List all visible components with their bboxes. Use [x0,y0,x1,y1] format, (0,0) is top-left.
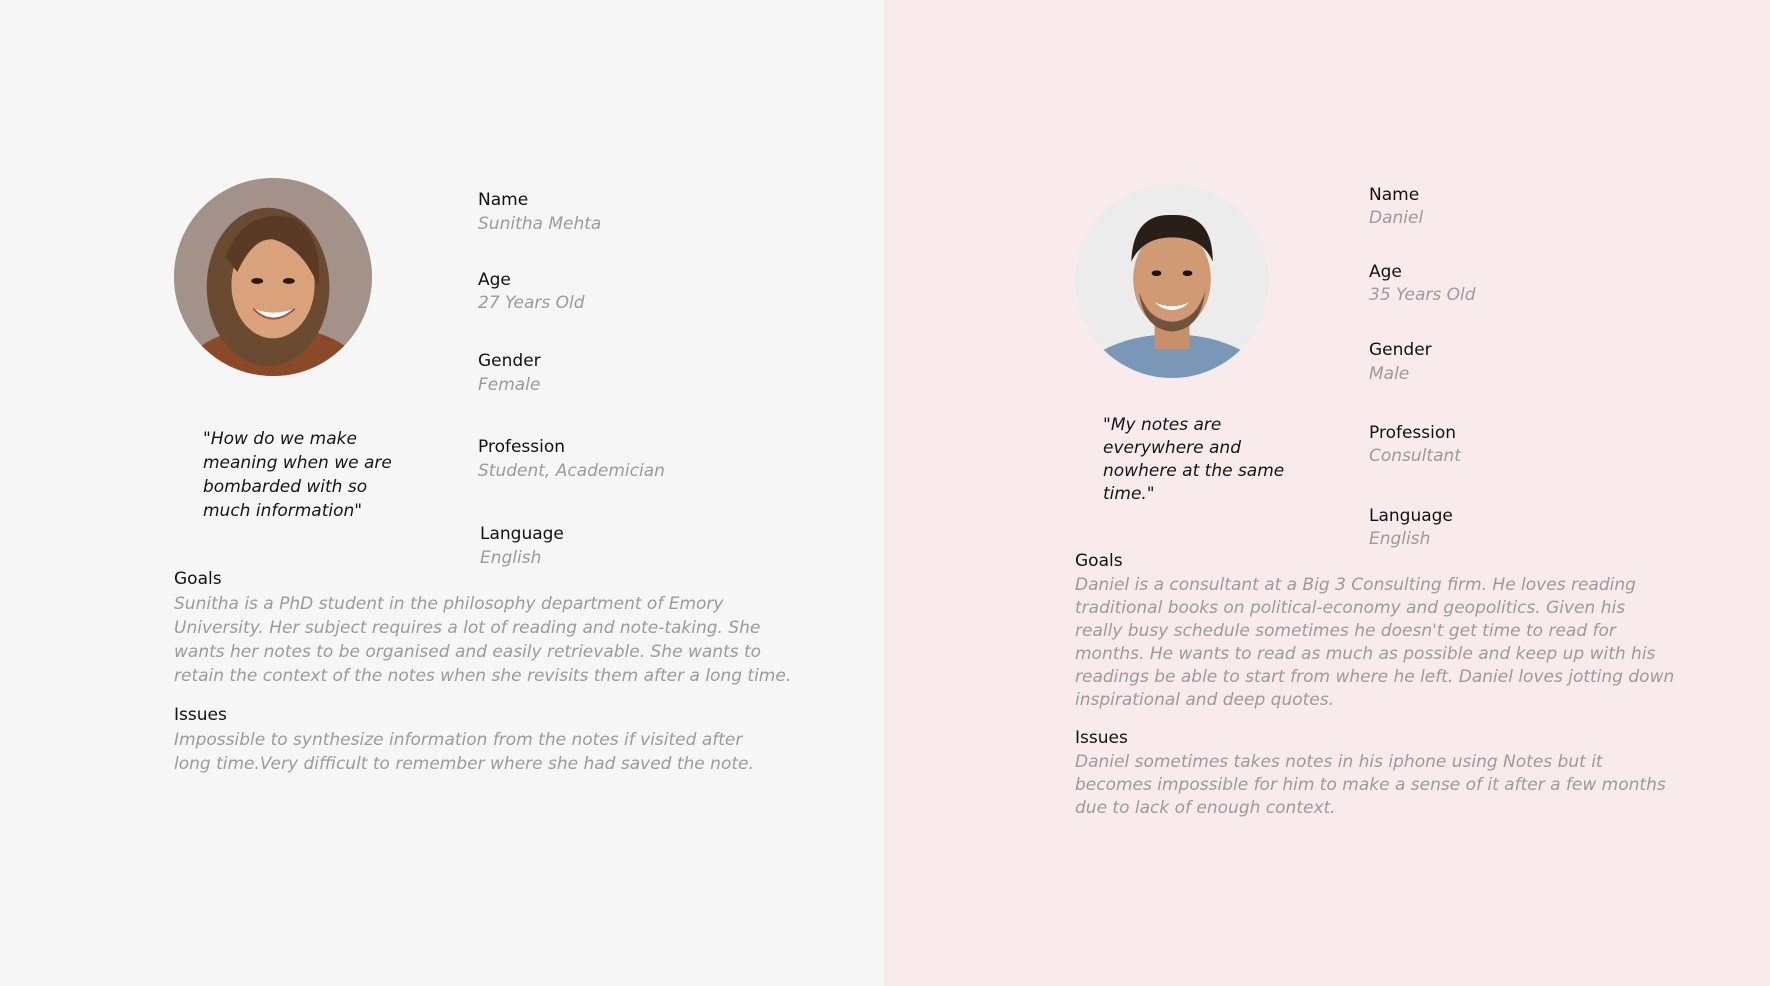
avatar-photo [174,178,372,376]
age-value: 35 Years Old [1369,285,1476,305]
persona-card-sunitha: Name Sunitha Mehta Age 27 Years Old Gend… [0,0,884,986]
goals-text: Sunitha is a PhD student in the philosop… [174,594,792,686]
name-label: Name [478,190,529,210]
profession-value: Student, Academician [478,461,665,481]
man-portrait-icon [1075,184,1269,378]
name-value: Sunitha Mehta [478,214,602,234]
issues-label: Issues [174,705,227,725]
goals-label: Goals [1075,551,1123,571]
language-value: English [480,548,542,568]
avatar-photo [1075,184,1269,378]
name-value: Daniel [1369,208,1424,228]
age-label: Age [478,270,511,290]
age-label: Age [1369,262,1402,282]
profession-value: Consultant [1369,446,1461,466]
profession-label: Profession [478,437,566,457]
gender-value: Male [1369,364,1410,384]
gender-value: Female [478,375,541,395]
goals-text: Daniel is a consultant at a Big 3 Consul… [1075,575,1675,710]
gender-label: Gender [478,351,541,371]
language-label: Language [1369,506,1453,526]
issues-label: Issues [1075,728,1128,748]
name-label: Name [1369,185,1420,205]
language-label: Language [480,524,564,544]
gender-label: Gender [1369,340,1432,360]
persona-quote: "How do we make meaning when we are bomb… [203,429,392,521]
persona-quote: "My notes are everywhere and nowhere at … [1103,415,1285,504]
profession-label: Profession [1369,423,1457,443]
persona-card-daniel: Name Daniel Age 35 Years Old Gender Male… [884,0,1770,986]
woman-portrait-icon [174,178,372,376]
issues-text: Impossible to synthesize information fro… [174,730,754,774]
goals-label: Goals [174,569,222,589]
age-value: 27 Years Old [478,293,585,313]
language-value: English [1369,529,1431,549]
issues-text: Daniel sometimes takes notes in his ipho… [1075,752,1666,818]
